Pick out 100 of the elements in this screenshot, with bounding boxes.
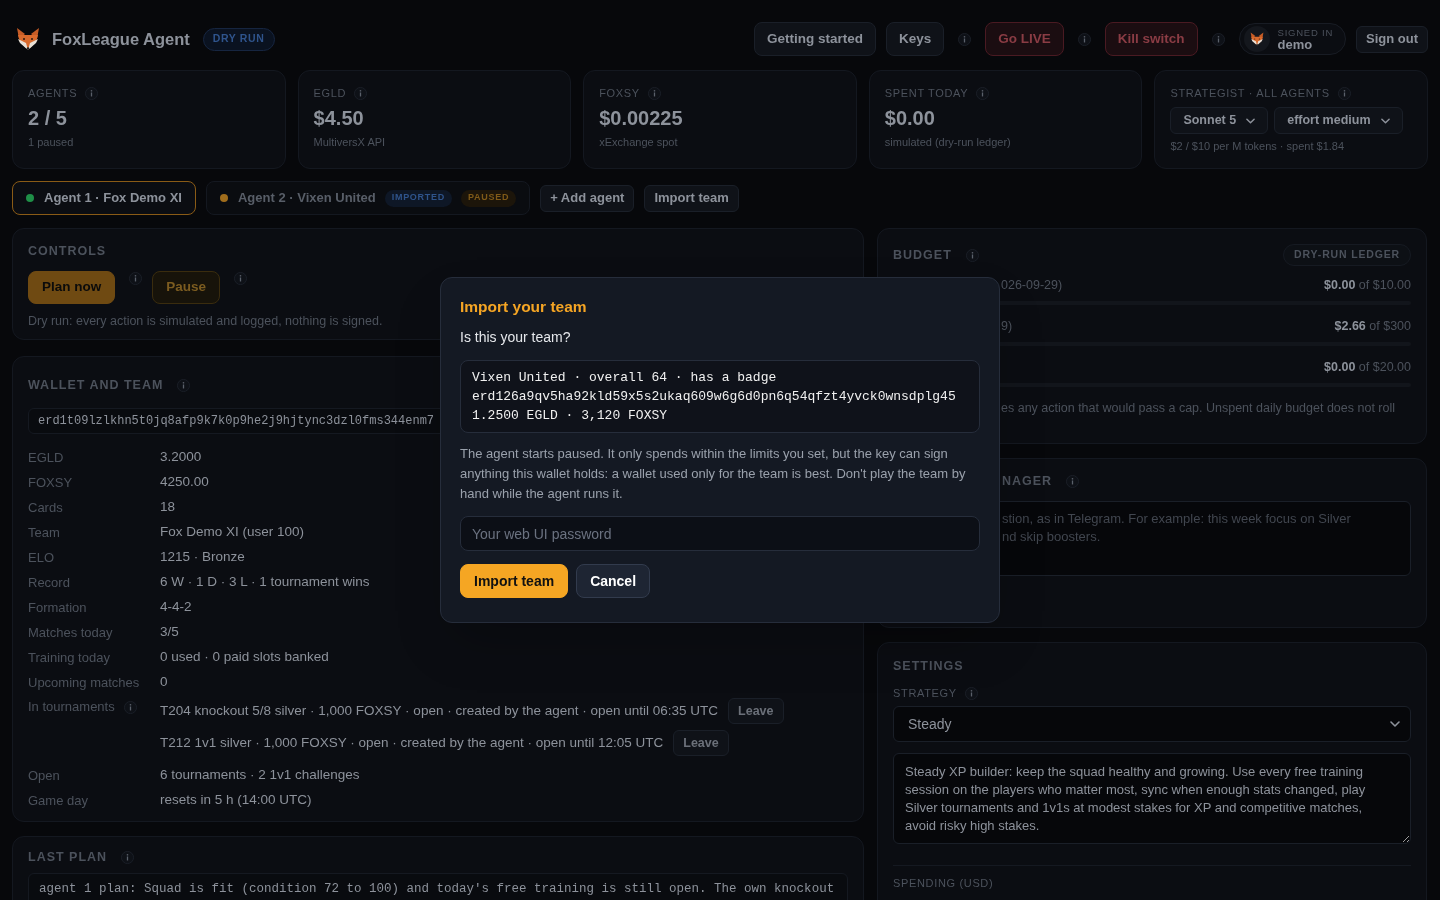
strategy-description-field[interactable]: Steady XP builder: keep the squad healthy and growing. Use every free training session on the players who matter most, sync when enough stats changed, play Silver tournaments and 1v1s at modest stakes for XP and competitive matches, avoid risky high stakes.	[893, 753, 1411, 844]
stat-caption: $2 / $10 per M tokens · spent $1.84	[1170, 139, 1346, 153]
field-label: Upcoming matches	[28, 673, 141, 692]
field-label: SPENDING (USD)	[893, 876, 995, 890]
leave-button[interactable]: Leave	[728, 698, 784, 724]
info-icon[interactable]	[121, 850, 135, 864]
info-icon[interactable]	[965, 248, 979, 262]
fox-avatar-icon	[1243, 26, 1270, 52]
effort-select[interactable]: effort medium	[1274, 107, 1403, 134]
strategy-select[interactable]: Steady	[893, 706, 1411, 742]
import-button[interactable]: Import team	[460, 564, 569, 598]
field-label: Record	[28, 573, 71, 592]
info-icon[interactable]	[354, 86, 368, 100]
toolbar-button[interactable]: Import team	[644, 184, 739, 212]
model-select[interactable]: Sonnet 5	[1170, 107, 1269, 134]
info-icon[interactable]	[976, 86, 990, 100]
field-value: 0 used · 0 paid slots banked	[160, 648, 329, 667]
section-heading: CONTROLS	[28, 243, 107, 259]
section-heading: BUDGET	[893, 247, 952, 263]
field-value: 3.2000	[160, 448, 202, 467]
budget-note: es any action that would pass a cap. Unspent daily budget does not roll	[1001, 400, 1396, 417]
app-title: FoxLeague Agent	[52, 29, 190, 50]
warning-text: The agent starts paused. It only spends within the limits you set, but the key can sign anything this wallet holds: a wallet used only for the team is best. Don't play the team by hand while the agent runs it.	[460, 445, 967, 503]
field-label: Team	[28, 523, 61, 542]
field-label: Formation	[28, 598, 88, 617]
stat-caption: simulated (dry-run ledger)	[884, 135, 1012, 149]
tournament-entry: T212 1v1 silver · 1,000 FOXSY · open · created by the agent · open until 12:05 UTC	[160, 733, 664, 752]
cancel-button[interactable]: Cancel	[576, 564, 651, 598]
field-value: 3/5	[160, 623, 179, 642]
caret-icon	[1246, 117, 1256, 124]
info-icon[interactable]	[647, 86, 661, 100]
stat-label: AGENTS	[28, 86, 78, 100]
info-icon[interactable]	[234, 272, 248, 285]
field-value: 6 W · 1 D · 3 L · 1 tournament wins	[160, 573, 370, 592]
stat-value: $4.50	[313, 106, 365, 131]
stat-caption: xExchange spot	[599, 135, 679, 149]
field-label: Training today	[28, 648, 111, 667]
info-icon[interactable]	[123, 700, 137, 714]
field-value: 6 tournaments · 2 1v1 challenges	[160, 766, 360, 785]
stat-label: SPENT TODAY	[884, 86, 969, 100]
pause-button[interactable]: Pause	[152, 271, 221, 304]
info-icon[interactable]	[129, 272, 143, 285]
header-button[interactable]: Getting started	[754, 22, 877, 56]
info-icon[interactable]	[1337, 86, 1351, 100]
field-label: ELO	[28, 548, 55, 567]
mode-badge: DRY RUN	[202, 27, 275, 51]
budget-amount: $0.00 of $10.00	[1324, 276, 1411, 294]
budget-label: 026-09-29)	[1001, 276, 1063, 294]
field-value: resets in 5 h (14:00 UTC)	[160, 791, 312, 810]
field-label: Cards	[28, 498, 64, 517]
status-badge: IMPORTED	[384, 189, 452, 207]
caret-icon	[1390, 721, 1400, 727]
dry-run-note: Dry run: every action is simulated and logged, nothing is signed.	[28, 313, 384, 329]
plan-output: agent 1 plan: Squad is fit (condition 72 to 100) and today's free training is still open. The own knockout	[28, 873, 848, 900]
section-heading: WALLET AND TEAM	[28, 377, 164, 393]
stat-caption: MultiversX API	[313, 135, 387, 149]
budget-label: 9)	[1001, 317, 1013, 335]
section-heading: LAST PLAN	[28, 849, 108, 865]
field-label: Open	[28, 766, 61, 785]
password-field[interactable]: Your web UI password	[460, 516, 980, 551]
section-heading: SETTINGS	[893, 658, 964, 674]
ledger-badge: DRY-RUN LEDGER	[1283, 244, 1411, 266]
stat-label: FOXSY	[599, 86, 640, 100]
sign-out-button[interactable]: Sign out	[1356, 25, 1428, 53]
stat-label: STRATEGIST · ALL AGENTS	[1170, 86, 1330, 100]
field-value: 1215 · Bronze	[160, 548, 245, 567]
field-label: Game day	[28, 791, 89, 810]
field-label: Matches today	[28, 623, 114, 642]
budget-amount: $2.66 of $300	[1334, 317, 1411, 335]
leave-button[interactable]: Leave	[673, 730, 729, 756]
stat-caption: 1 paused	[28, 135, 75, 149]
info-icon[interactable]	[177, 378, 191, 392]
stat-label: EGLD	[313, 86, 347, 100]
stat-value: 2 / 5	[28, 106, 68, 131]
field-value: 4250.00	[160, 473, 209, 492]
budget-amount: $0.00 of $20.00	[1324, 358, 1411, 376]
info-icon[interactable]	[1066, 474, 1080, 488]
caret-icon	[1380, 117, 1390, 124]
info-icon[interactable]	[958, 32, 972, 46]
field-value: 18	[160, 498, 176, 517]
dialog-question: Is this your team?	[460, 328, 572, 347]
info-icon[interactable]	[1077, 32, 1091, 46]
fox-head-icon	[15, 27, 41, 51]
info-icon[interactable]	[85, 86, 99, 100]
stat-value: $0.00	[884, 106, 936, 131]
field-label: In tournaments	[28, 698, 115, 717]
agent-tab[interactable]: Agent 1 · Fox Demo XI	[12, 181, 196, 215]
team-summary-line: erd126a9qv5ha92kld59x5s2ukaq609w6g6d0pn6q54qfzt4yvck0wnsdplg45	[472, 388, 957, 406]
status-badge: PAUSED	[460, 189, 517, 207]
field-value: 4-4-2	[160, 598, 192, 617]
team-summary-line: 1.2500 EGLD · 3,120 FOXSY	[472, 407, 669, 425]
field-label: FOXSY	[28, 473, 74, 492]
info-icon[interactable]	[1211, 32, 1225, 46]
toolbar-button[interactable]: + Add agent	[540, 184, 635, 212]
signed-in-caption: SIGNED IN	[1277, 26, 1333, 38]
username: demo	[1277, 37, 1314, 52]
info-icon[interactable]	[964, 686, 978, 700]
team-summary-line: Vixen United · overall 64 · has a badge	[472, 369, 778, 387]
header-button[interactable]: Keys	[886, 22, 945, 56]
dialog-title: Import your team	[460, 297, 588, 317]
